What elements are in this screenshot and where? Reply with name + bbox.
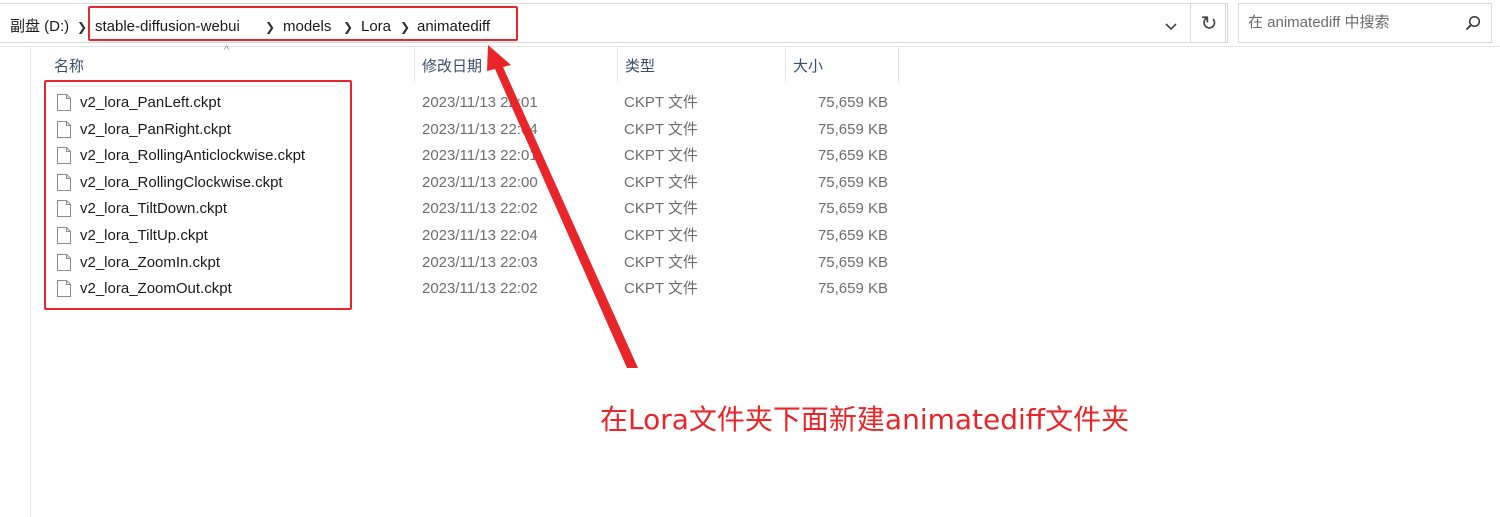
file-name[interactable]: v2_lora_RollingAnticlockwise.ckpt [80,143,305,169]
column-header-type[interactable]: 类型 [617,47,785,83]
file-size: 75,659 KB [817,200,888,218]
breadcrumb-lora[interactable]: Lora [361,4,391,50]
chevron-right-icon[interactable]: ❯ [77,4,87,50]
file-modified-date: 2023/11/13 22:04 [422,120,538,138]
file-name[interactable]: v2_lora_TiltDown.ckpt [80,196,227,222]
breadcrumb-stable-diffusion-webui[interactable]: stable-diffusion-webui [95,4,240,50]
column-header-name[interactable]: 名称 [46,47,414,83]
chevron-right-icon[interactable]: ❯ [343,4,353,50]
file-size: 75,659 KB [817,253,888,271]
file-type: CKPT 文件 [624,173,698,191]
file-size: 75,659 KB [817,120,888,138]
file-modified-date: 2023/11/13 22:02 [422,200,538,218]
file-name[interactable]: v2_lora_PanLeft.ckpt [80,90,221,116]
file-type: CKPT 文件 [624,253,698,271]
file-modified-date: 2023/11/13 22:01 [422,147,538,165]
breadcrumb-animatediff[interactable]: animatediff [417,4,490,50]
column-divider[interactable] [898,47,899,83]
file-type: CKPT 文件 [624,200,698,218]
file-icon [57,227,71,244]
file-name[interactable]: v2_lora_RollingClockwise.ckpt [80,170,283,196]
refresh-button[interactable]: ↻ [1190,3,1228,43]
refresh-icon: ↻ [1200,12,1218,35]
file-type: CKPT 文件 [624,280,698,298]
search-icon[interactable] [1465,15,1481,31]
address-bar-row: 副盘 (D:) ❯ stable-diffusion-webui ❯ model… [0,0,1500,47]
file-size: 75,659 KB [817,280,888,298]
address-history-dropdown[interactable] [1156,8,1186,46]
file-name[interactable]: v2_lora_PanRight.ckpt [80,117,231,143]
file-row[interactable]: v2_lora_RollingClockwise.ckpt 2023/11/13 … [46,170,898,196]
column-header-size[interactable]: 大小 [785,47,898,83]
file-icon [57,200,71,218]
column-header-date[interactable]: 修改日期 [414,47,617,83]
file-row[interactable]: v2_lora_TiltDown.ckpt 2023/11/13 22:02 CKP… [46,196,898,222]
file-row[interactable]: v2_lora_PanRight.ckpt 2023/11/13 22:04 CKP… [46,117,898,143]
file-row[interactable]: v2_lora_PanLeft.ckpt 2023/11/13 22:01 CKPT… [46,90,898,116]
chevron-right-icon[interactable]: ❯ [400,4,410,50]
file-modified-date: 2023/11/13 22:03 [422,253,538,271]
file-type: CKPT 文件 [624,94,698,111]
search-field[interactable]: 在 animatediff 中搜索 [1238,3,1492,43]
file-row[interactable]: v2_lora_RollingAnticlockwise.ckpt 2023/11… [46,143,898,169]
file-icon [57,280,71,298]
file-icon [57,173,71,191]
file-size: 75,659 KB [817,147,888,165]
file-row[interactable]: v2_lora_TiltUp.ckpt 2023/11/13 22:04 CKPT … [46,223,898,249]
file-icon [57,253,71,271]
file-type: CKPT 文件 [624,227,698,244]
file-type: CKPT 文件 [624,147,698,165]
file-modified-date: 2023/11/13 22:01 [422,94,538,111]
file-name[interactable]: v2_lora_ZoomOut.ckpt [80,276,232,302]
breadcrumb-drive[interactable]: 副盘 (D:) [10,4,69,50]
search-placeholder: 在 animatediff 中搜索 [1248,14,1390,31]
chevron-right-icon[interactable]: ❯ [265,4,275,50]
file-size: 75,659 KB [817,94,888,111]
file-modified-date: 2023/11/13 22:04 [422,227,538,244]
navigation-pane-edge [30,46,31,517]
annotation-note: 在Lora文件夹下面新建animatediff文件夹 [600,403,1130,436]
file-modified-date: 2023/11/13 22:00 [422,173,538,191]
file-icon [57,147,71,165]
file-size: 75,659 KB [817,227,888,244]
chevron-down-icon [1165,23,1177,31]
file-size: 75,659 KB [817,173,888,191]
address-bar[interactable]: 副盘 (D:) ❯ stable-diffusion-webui ❯ model… [0,3,1226,43]
file-name[interactable]: v2_lora_TiltUp.ckpt [80,223,208,249]
file-row[interactable]: v2_lora_ZoomOut.ckpt 2023/11/13 22:02 CKPT… [46,276,898,302]
breadcrumb-models[interactable]: models [283,4,331,50]
file-icon [57,120,71,138]
file-row[interactable]: v2_lora_ZoomIn.ckpt 2023/11/13 22:03 CKPT … [46,250,898,276]
file-modified-date: 2023/11/13 22:02 [422,280,538,298]
file-type: CKPT 文件 [624,120,698,138]
file-icon [57,94,71,111]
file-name[interactable]: v2_lora_ZoomIn.ckpt [80,250,220,276]
